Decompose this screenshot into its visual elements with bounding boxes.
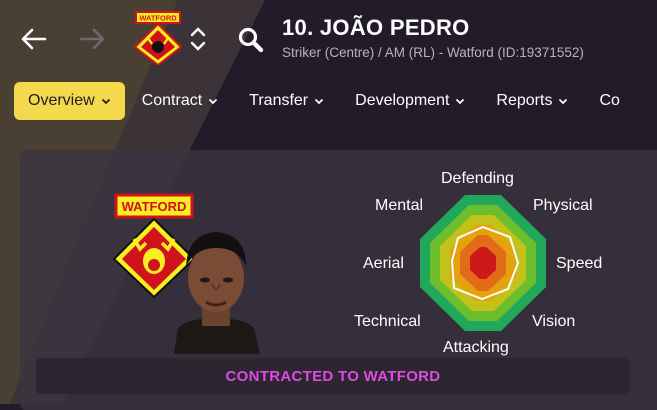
tab-label: Co — [599, 92, 620, 109]
forward-button[interactable] — [78, 22, 108, 56]
chevron-down-icon — [209, 98, 218, 105]
club-crest-icon[interactable]: WATFORD — [133, 11, 183, 65]
chevron-up-down-icon — [190, 27, 206, 51]
arrow-left-icon — [21, 28, 47, 50]
tab-development[interactable]: Development — [341, 82, 479, 120]
tab-comparison[interactable]: Co — [585, 82, 633, 120]
chevron-down-icon — [101, 98, 110, 105]
radar-label-attacking: Attacking — [443, 339, 509, 356]
radar-label-aerial: Aerial — [363, 255, 404, 272]
chevron-down-icon — [456, 98, 465, 105]
player-subtitle: Striker (Centre) / AM (RL) - Watford (ID… — [282, 45, 584, 60]
tab-contract[interactable]: Contract — [128, 82, 232, 120]
tab-transfer[interactable]: Transfer — [235, 82, 338, 120]
contract-status-bar: CONTRACTED TO WATFORD — [36, 358, 630, 394]
radar-label-speed: Speed — [556, 255, 603, 272]
attribute-radar — [420, 195, 546, 331]
crest-text: WATFORD — [139, 14, 177, 23]
tab-label: Transfer — [249, 92, 309, 109]
tab-overview[interactable]: Overview — [14, 82, 125, 120]
player-title: 10. JOÃO PEDRO — [282, 15, 470, 40]
tab-label: Reports — [496, 92, 553, 109]
back-button[interactable] — [18, 22, 48, 56]
tab-label: Overview — [28, 92, 95, 109]
radar-label-technical: Technical — [354, 313, 421, 330]
tab-label: Contract — [141, 92, 203, 109]
search-icon — [238, 27, 264, 53]
crest-large-text: WATFORD — [122, 199, 187, 214]
radar-label-mental: Mental — [375, 197, 424, 214]
contract-status-text: CONTRACTED TO WATFORD — [225, 367, 441, 385]
player-photo — [174, 232, 260, 354]
arrow-right-icon — [79, 28, 105, 50]
tab-reports[interactable]: Reports — [482, 82, 582, 120]
player-switch-button[interactable] — [187, 22, 209, 56]
radar-label-defending: Defending — [441, 170, 514, 187]
tab-bar: Overview Contract Transfer Development R… — [14, 82, 637, 120]
chevron-down-icon — [559, 98, 568, 105]
tab-label: Development — [355, 92, 450, 109]
chevron-down-icon — [315, 98, 324, 105]
search-button[interactable] — [236, 25, 266, 55]
